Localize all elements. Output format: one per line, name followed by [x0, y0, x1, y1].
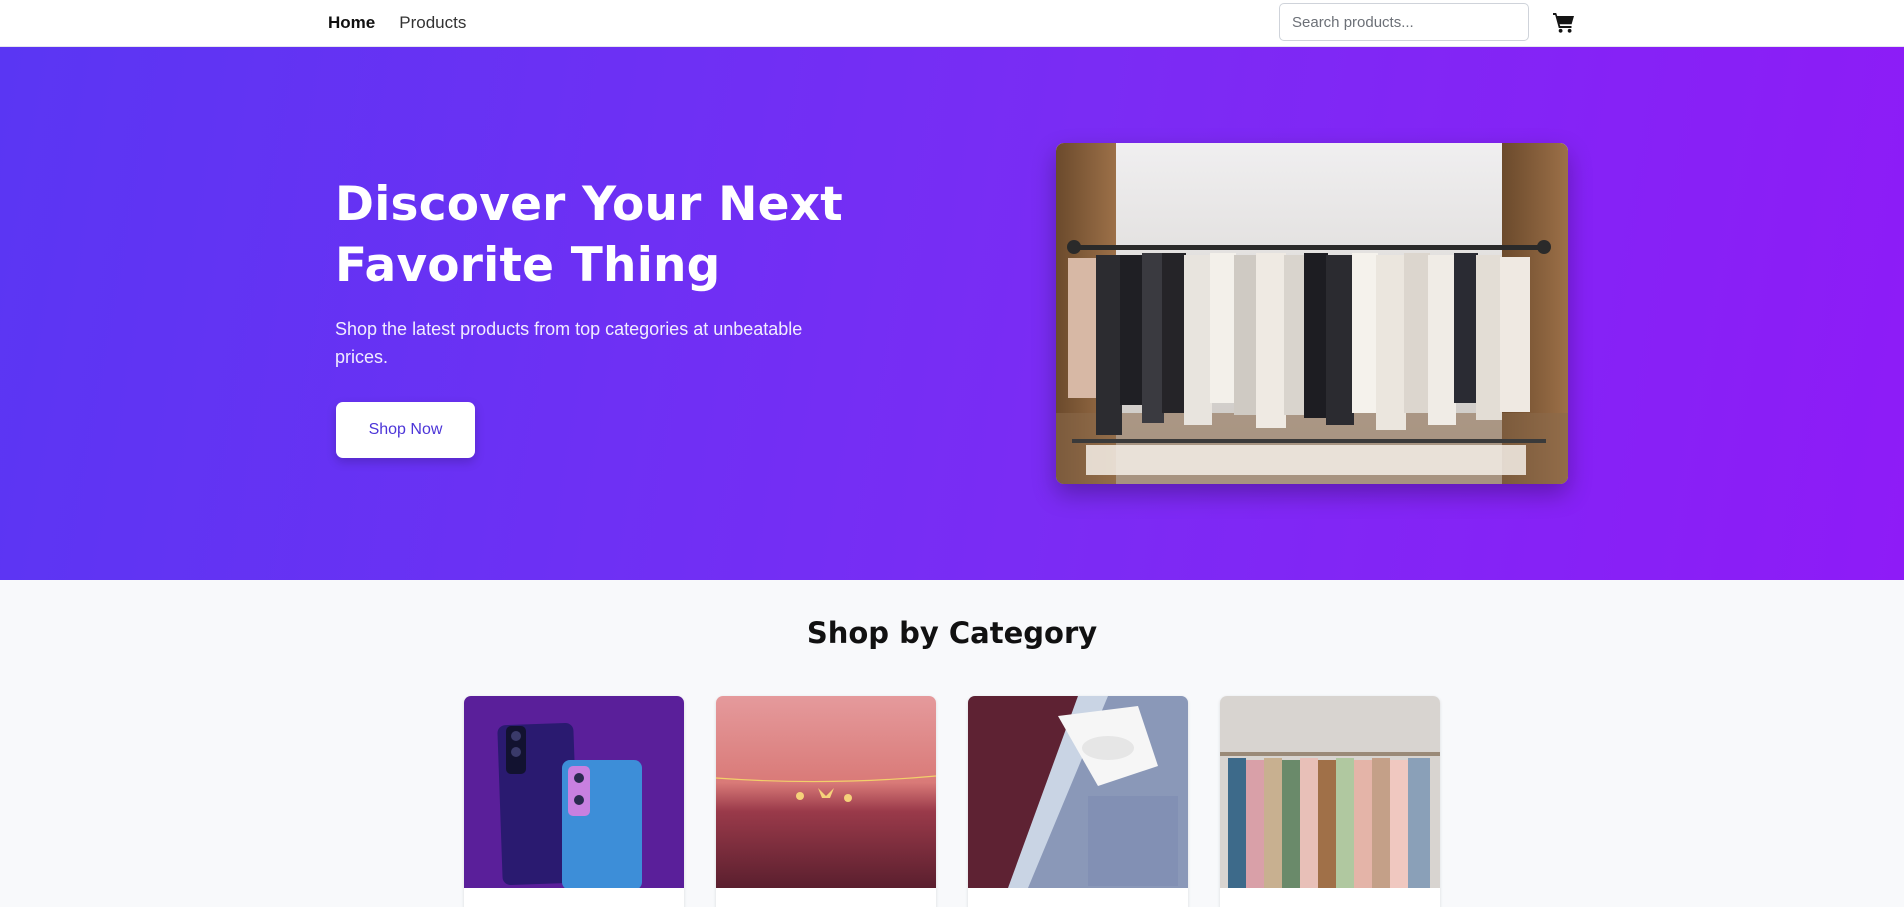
search-input[interactable] [1279, 3, 1529, 41]
category-image-smartphones [464, 696, 684, 888]
hero-title: Discover Your Next Favorite Thing [335, 177, 843, 293]
navbar: Home Products [0, 0, 1904, 47]
category-section-title: Shop by Category [806, 616, 1098, 650]
category-card[interactable] [464, 696, 684, 907]
category-card[interactable] [1220, 696, 1440, 907]
hero-image [1056, 143, 1568, 484]
hero-subtitle: Shop the latest products from top catego… [335, 319, 803, 367]
nav-link-products[interactable]: Products [399, 13, 466, 33]
category-card[interactable] [968, 696, 1188, 907]
shop-now-button[interactable]: Shop Now [336, 402, 475, 458]
category-card[interactable] [716, 696, 936, 907]
nav-link-home[interactable]: Home [328, 13, 375, 33]
category-image-clothing [1220, 696, 1440, 888]
nav-links: Home Products [328, 0, 466, 46]
shopping-cart-icon[interactable] [1552, 10, 1576, 34]
category-image-shirts [968, 696, 1188, 888]
category-image-jewelry [716, 696, 936, 888]
hero-banner: Discover Your Next Favorite Thing Shop t… [0, 47, 1904, 580]
